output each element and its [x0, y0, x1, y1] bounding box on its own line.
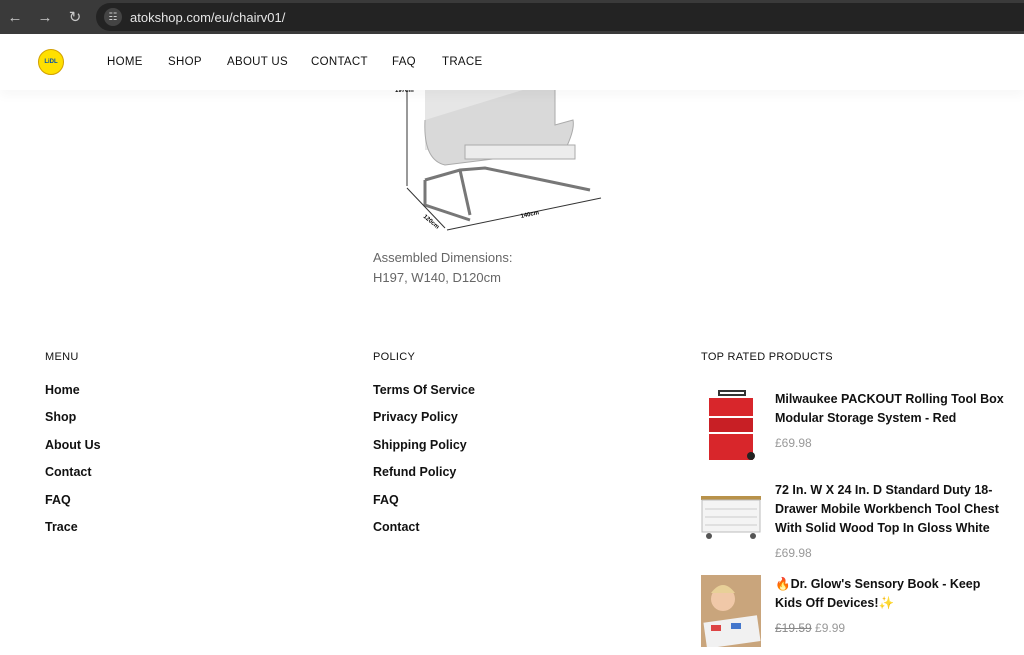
footer-link-faq[interactable]: FAQ — [45, 493, 101, 520]
dims-value: H197, W140, D120cm — [373, 270, 501, 285]
product-name[interactable]: 🔥Dr. Glow's Sensory Book - Keep Kids Off… — [775, 575, 1005, 613]
footer-link-privacy[interactable]: Privacy Policy — [373, 410, 475, 437]
footer-link-faq[interactable]: FAQ — [373, 493, 475, 520]
footer-link-refund[interactable]: Refund Policy — [373, 465, 475, 492]
footer-menu: MENU Home Shop About Us Contact FAQ Trac… — [45, 351, 101, 547]
footer-link-terms[interactable]: Terms Of Service — [373, 383, 475, 410]
depth-label: 120cm — [422, 214, 440, 231]
nav-contact[interactable]: CONTACT — [311, 56, 368, 68]
product-old-price: £19.59 — [775, 621, 812, 635]
width-label: 140cm — [520, 210, 540, 220]
product-price-group: £19.59 £9.99 — [775, 621, 1005, 635]
nav-home[interactable]: HOME — [107, 56, 143, 68]
policy-heading: POLICY — [373, 351, 416, 363]
footer-link-contact[interactable]: Contact — [45, 465, 101, 492]
site-header: LiDL HOME SHOP ABOUT US CONTACT FAQ TRAC… — [0, 34, 1024, 90]
product-name[interactable]: Milwaukee PACKOUT Rolling Tool Box Modul… — [775, 390, 1005, 428]
nav-shop[interactable]: SHOP — [168, 56, 202, 68]
chair-dimension-diagram: 197cm 120cm 140cm — [395, 80, 602, 231]
footer-link-trace[interactable]: Trace — [45, 520, 101, 547]
footer-link-shop[interactable]: Shop — [45, 410, 101, 437]
product-thumbnail-workbench[interactable] — [701, 481, 761, 553]
footer-link-contact[interactable]: Contact — [373, 520, 475, 547]
footer-link-home[interactable]: Home — [45, 383, 101, 410]
footer-link-about-us[interactable]: About Us — [45, 438, 101, 465]
product-name[interactable]: 72 In. W X 24 In. D Standard Duty 18-Dra… — [775, 481, 1005, 538]
reload-icon[interactable]: ↻ — [60, 8, 90, 26]
site-info-icon[interactable]: ☷ — [104, 8, 122, 26]
nav-about-us[interactable]: ABOUT US — [227, 56, 288, 68]
nav-trace[interactable]: TRACE — [442, 56, 482, 68]
url-text: atokshop.com/eu/chairv01/ — [130, 9, 286, 25]
product-price: £69.98 — [775, 436, 812, 450]
assembled-dimensions: Assembled Dimensions: H197, W140, D120cm — [373, 248, 512, 288]
back-icon[interactable]: ← — [0, 9, 30, 26]
browser-toolbar: ← → ↻ ☷ atokshop.com/eu/chairv01/ — [0, 0, 1024, 34]
product-thumbnail-sensory-book[interactable] — [701, 575, 761, 647]
footer-policy: POLICY Terms Of Service Privacy Policy S… — [373, 351, 475, 547]
lidl-logo[interactable]: LiDL — [38, 49, 64, 75]
footer-top-rated: TOP RATED PRODUCTS — [701, 351, 833, 383]
dims-label: Assembled Dimensions: — [373, 250, 513, 265]
top-rated-heading: TOP RATED PRODUCTS — [701, 351, 833, 363]
address-bar[interactable]: ☷ atokshop.com/eu/chairv01/ — [96, 3, 1024, 31]
menu-heading: MENU — [45, 351, 79, 363]
forward-icon[interactable]: → — [30, 9, 60, 26]
product-price: £9.99 — [815, 621, 846, 635]
footer-link-shipping[interactable]: Shipping Policy — [373, 438, 475, 465]
product-thumbnail-toolbox[interactable] — [701, 390, 761, 462]
product-price: £69.98 — [775, 546, 812, 560]
nav-faq[interactable]: FAQ — [392, 56, 416, 68]
